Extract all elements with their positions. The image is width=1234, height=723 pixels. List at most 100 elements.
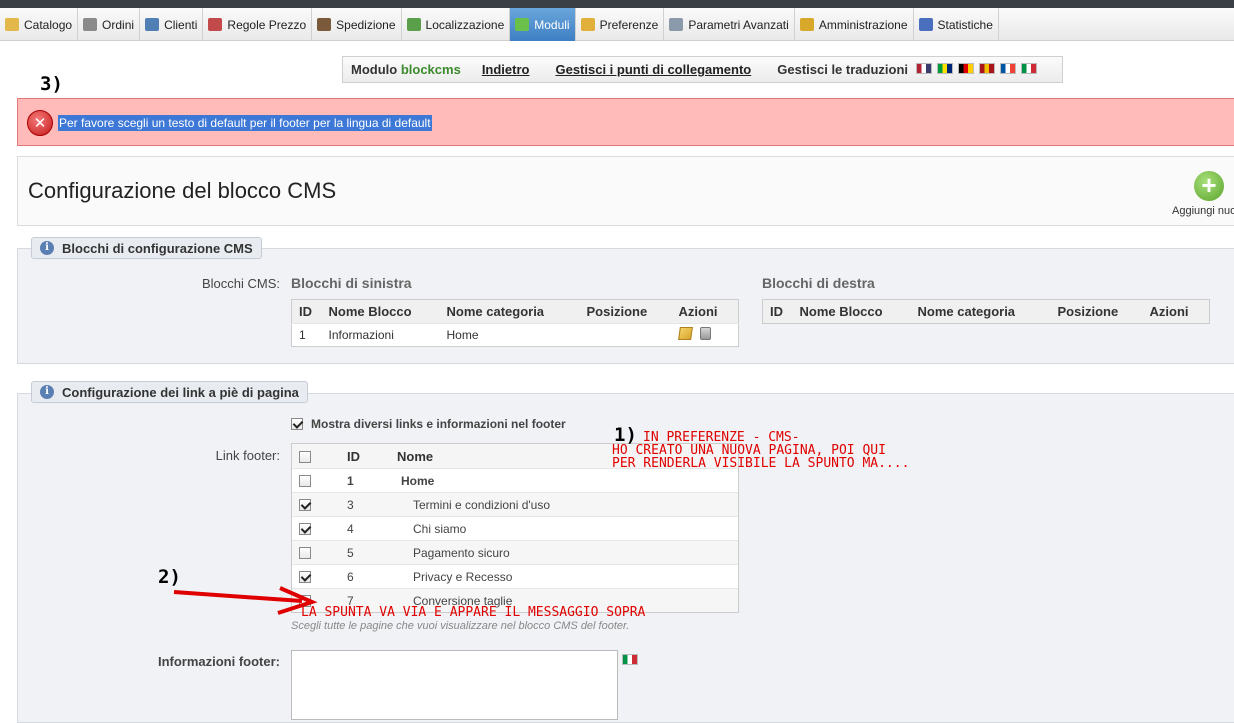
page-title: Configurazione del blocco CMS xyxy=(28,178,337,203)
footer-links-legend-text: Configurazione dei link a piè di pagina xyxy=(62,384,299,400)
show-footer-checkbox[interactable] xyxy=(291,418,303,430)
footer-links-label: Link footer: xyxy=(215,448,280,463)
flag-us-icon[interactable] xyxy=(916,63,933,74)
truck-icon xyxy=(317,18,332,31)
wrench-icon xyxy=(669,18,684,31)
cart-icon xyxy=(83,18,98,31)
tab-puzzle[interactable]: Moduli xyxy=(510,8,576,41)
main-navigation-tabs: Catalogo Ordini Clienti Regole Prezzo Spediz… xyxy=(0,8,1234,41)
cms-blocks-legend: i Blocchi di configurazione CMS xyxy=(31,237,262,259)
back-link[interactable]: Indietro xyxy=(482,62,530,77)
tab-key[interactable]: Amministrazione xyxy=(795,8,914,41)
delete-icon[interactable] xyxy=(699,327,711,340)
page-id: 1 xyxy=(347,473,354,488)
error-alert: ✕ Per favore scegli un testo di default … xyxy=(17,98,1234,146)
manage-hooks-link[interactable]: Gestisci i punti di collegamento xyxy=(555,62,751,77)
module-toolbar: Modulo blockcms Indietro Gestisci i punt… xyxy=(342,56,1063,83)
page-checkbox[interactable] xyxy=(299,499,311,512)
cms-blocks-label: Blocchi CMS: xyxy=(201,276,280,291)
tab-preferences[interactable]: Preferenze xyxy=(576,8,665,41)
tab-label: Spedizione xyxy=(336,17,396,32)
page-name: Termini e condizioni d'uso xyxy=(413,497,551,512)
page-name: Privacy e Recesso xyxy=(413,569,513,584)
column-header: Nome categoria xyxy=(439,299,580,324)
page-id: 6 xyxy=(347,569,354,584)
annotation-note-2: LA SPUNTA VA VIA E APPARE IL MESSAGGIO S… xyxy=(301,605,646,620)
page-name: Pagamento sicuro xyxy=(413,545,510,560)
table-row: 1 Informazioni Home xyxy=(291,323,739,347)
tab-label: Statistiche xyxy=(937,17,993,32)
page-checkbox[interactable] xyxy=(299,523,311,536)
flag-br-icon[interactable] xyxy=(937,63,954,74)
add-new-label[interactable]: Aggiungi nuo xyxy=(1172,205,1234,217)
left-blocks-title: Blocchi di sinistra xyxy=(291,275,412,291)
tab-bar-chart[interactable]: Statistiche xyxy=(914,8,999,41)
column-header: ID xyxy=(291,299,322,324)
tab-label: Ordini xyxy=(102,17,135,32)
footer-info-textarea[interactable] xyxy=(291,650,618,720)
edit-icon[interactable] xyxy=(677,327,693,340)
tab-price-rules[interactable]: Regole Prezzo xyxy=(203,8,313,41)
show-footer-option: Mostra diversi links e informazioni nel … xyxy=(291,417,566,431)
right-blocks-title: Blocchi di destra xyxy=(762,275,875,291)
show-footer-label: Mostra diversi links e informazioni nel … xyxy=(311,417,566,431)
select-all-checkbox[interactable] xyxy=(299,451,311,464)
info-icon: i xyxy=(40,385,54,399)
flag-de-icon[interactable] xyxy=(958,63,975,74)
annotation-note-1-line-3: PER RENDERLA VISIBILE LA SPUNTO MA.... xyxy=(612,456,910,471)
add-new-icon[interactable]: + xyxy=(1194,171,1224,201)
footer-links-legend: i Configurazione dei link a piè di pagin… xyxy=(31,381,308,403)
tab-label: Preferenze xyxy=(599,17,659,32)
configuration-header: Configurazione del blocco CMS + Aggiungi… xyxy=(17,156,1234,226)
table-header-row: ID Nome Blocco Nome categoria Posizione … xyxy=(291,299,739,324)
block-actions xyxy=(671,323,739,347)
tab-user[interactable]: Clienti xyxy=(140,8,204,41)
flag-it-icon[interactable] xyxy=(622,654,638,665)
page-checkbox[interactable] xyxy=(299,475,311,488)
annotation-step-3: 3) xyxy=(40,73,63,95)
folder-icon xyxy=(5,18,19,31)
tab-truck[interactable]: Spedizione xyxy=(312,8,402,41)
list-item: 4 Chi siamo xyxy=(292,516,738,540)
key-icon xyxy=(799,18,814,31)
tab-label: Moduli xyxy=(534,17,570,32)
tab-label: Parametri Avanzati xyxy=(688,17,789,32)
footer-info-label: Informazioni footer: xyxy=(157,654,280,669)
column-header: Posizione xyxy=(579,299,672,324)
puzzle-icon xyxy=(515,18,530,31)
column-header: Nome xyxy=(397,448,434,464)
block-id: 1 xyxy=(291,323,322,347)
block-position xyxy=(579,323,672,347)
page-id: 5 xyxy=(347,545,354,560)
column-header: ID xyxy=(347,448,360,464)
tab-label: Regole Prezzo xyxy=(227,17,307,32)
list-item: 6 Privacy e Recesso xyxy=(292,564,738,588)
list-item: 1 Home xyxy=(292,468,738,492)
bar-chart-icon xyxy=(918,18,933,31)
translation-flags xyxy=(916,62,1042,77)
tab-wrench[interactable]: Parametri Avanzati xyxy=(664,8,795,41)
tab-label: Amministrazione xyxy=(818,17,908,32)
column-header: Azioni xyxy=(1142,299,1210,324)
flag-fr-icon[interactable] xyxy=(1000,63,1017,74)
page-name: Home xyxy=(401,473,435,488)
left-blocks-table: ID Nome Blocco Nome categoria Posizione … xyxy=(291,299,739,347)
tab-label: Catalogo xyxy=(24,17,73,32)
tab-label: Clienti xyxy=(164,17,198,32)
tab-globe[interactable]: Localizzazione xyxy=(402,8,511,41)
error-message: Per favore scegli un testo di default pe… xyxy=(58,115,432,131)
tab-folder[interactable]: Catalogo xyxy=(0,8,79,41)
error-icon: ✕ xyxy=(27,110,53,136)
page-name: Chi siamo xyxy=(413,521,467,536)
flag-es-icon[interactable] xyxy=(979,63,996,74)
tab-cart[interactable]: Ordini xyxy=(78,8,141,41)
list-item: 3 Termini e condizioni d'uso xyxy=(292,492,738,516)
column-header: Nome Blocco xyxy=(792,299,911,324)
page-id: 3 xyxy=(347,497,354,512)
tab-label: Localizzazione xyxy=(425,17,505,32)
column-header: Nome categoria xyxy=(910,299,1051,324)
flag-it-icon[interactable] xyxy=(1021,63,1038,74)
user-icon xyxy=(145,18,160,31)
page-checkbox[interactable] xyxy=(299,547,311,560)
page-id: 4 xyxy=(347,521,354,536)
